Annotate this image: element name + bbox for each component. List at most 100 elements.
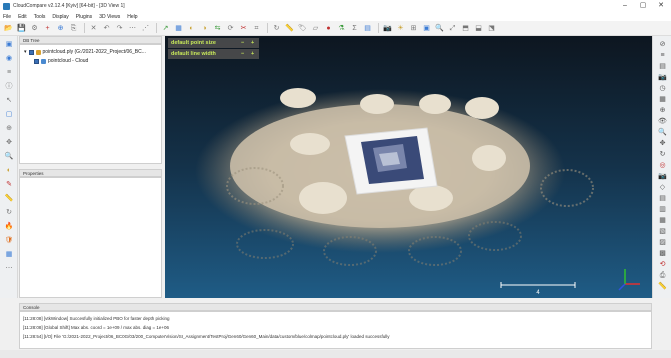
register-icon[interactable]: ⟳ bbox=[225, 23, 236, 34]
save-icon[interactable]: 💾 bbox=[16, 23, 27, 34]
color-wheel-icon[interactable]: ◐ bbox=[4, 166, 14, 176]
shield-icon[interactable]: 🛡 bbox=[4, 236, 14, 246]
list-icon[interactable]: ≡ bbox=[657, 51, 668, 61]
octree-icon[interactable]: ▦ bbox=[173, 23, 184, 34]
undo-icon[interactable]: ↶ bbox=[101, 23, 112, 34]
line-width-minus-button[interactable]: − bbox=[241, 49, 244, 59]
crop-icon[interactable]: ⌗ bbox=[251, 23, 262, 34]
camera-icon[interactable]: 📷 bbox=[657, 73, 668, 83]
sphere-icon[interactable]: ● bbox=[323, 23, 334, 34]
merge-icon[interactable]: ⊕ bbox=[55, 23, 66, 34]
camera-right-icon[interactable]: 📷 bbox=[657, 172, 668, 182]
tree-item-cloud[interactable]: pointcloud - Cloud bbox=[34, 58, 88, 64]
histogram-icon[interactable]: ▤ bbox=[362, 23, 373, 34]
scalar-icon[interactable]: ◑ bbox=[199, 23, 210, 34]
paint-icon[interactable]: ✎ bbox=[4, 180, 14, 190]
menu-display[interactable]: Display bbox=[52, 14, 68, 20]
arrow-icon[interactable]: ↖ bbox=[4, 96, 14, 106]
menu-3d-views[interactable]: 3D Views bbox=[99, 14, 120, 20]
menu-tools[interactable]: Tools bbox=[34, 14, 46, 20]
point-size-minus-button[interactable]: − bbox=[241, 38, 244, 48]
clone-icon[interactable]: ⎘ bbox=[68, 23, 79, 34]
fit-icon[interactable]: ⤢ bbox=[447, 23, 458, 34]
screenshot-icon[interactable]: ⎙ bbox=[657, 271, 668, 281]
menu-edit[interactable]: Edit bbox=[18, 14, 27, 20]
light-icon[interactable]: ☀ bbox=[395, 23, 406, 34]
globe-icon[interactable]: ◉ bbox=[4, 54, 14, 64]
maximize-button[interactable]: ▢ bbox=[634, 1, 652, 11]
view3-icon[interactable]: ▦ bbox=[657, 216, 668, 226]
info-circle-icon[interactable]: ⊘ bbox=[657, 40, 668, 50]
filter-icon[interactable]: ⚗ bbox=[336, 23, 347, 34]
minimize-button[interactable]: – bbox=[616, 1, 634, 11]
stats-icon[interactable]: Σ bbox=[349, 23, 360, 34]
zoom-right-icon[interactable]: 🔍 bbox=[657, 128, 668, 138]
view2-icon[interactable]: ▥ bbox=[657, 205, 668, 215]
layers-icon[interactable]: ≡ bbox=[4, 68, 14, 78]
normal-icon[interactable]: ↗ bbox=[160, 23, 171, 34]
ruler-icon[interactable]: 📏 bbox=[657, 282, 668, 292]
expand-arrow-icon[interactable]: ▾ bbox=[24, 49, 27, 55]
rotate-left-icon[interactable]: ↻ bbox=[4, 208, 14, 218]
reset-icon[interactable]: ⟲ bbox=[657, 260, 668, 270]
plane-icon[interactable]: ▱ bbox=[310, 23, 321, 34]
projection-icon[interactable]: ◇ bbox=[657, 183, 668, 193]
screen-icon[interactable]: ▣ bbox=[421, 23, 432, 34]
delete-icon[interactable]: ✕ bbox=[88, 23, 99, 34]
camera-icon[interactable]: 📷 bbox=[382, 23, 393, 34]
pan-icon[interactable]: ✥ bbox=[657, 139, 668, 149]
compass-icon[interactable]: ⊕ bbox=[657, 106, 668, 116]
point-cloud-render[interactable]: 4 bbox=[165, 36, 652, 298]
subsample-icon[interactable]: ⋰ bbox=[140, 23, 151, 34]
measure-icon[interactable]: 📏 bbox=[284, 23, 295, 34]
menu-file[interactable]: File bbox=[3, 14, 11, 20]
eye-icon[interactable]: 👁 bbox=[657, 117, 668, 127]
move-icon[interactable]: ✥ bbox=[4, 138, 14, 148]
rotate-icon[interactable]: ↻ bbox=[271, 23, 282, 34]
grid-icon[interactable]: ⊞ bbox=[408, 23, 419, 34]
point-size-plus-button[interactable]: + bbox=[251, 38, 254, 48]
color-icon[interactable]: ◐ bbox=[186, 23, 197, 34]
line-width-plus-button[interactable]: + bbox=[251, 49, 254, 59]
settings-icon[interactable]: ⚙ bbox=[29, 23, 40, 34]
console-line: [11:28:08] [vtkWindow] Succesfully initi… bbox=[23, 316, 170, 321]
search-icon[interactable]: 🔍 bbox=[4, 152, 14, 162]
view1-icon[interactable]: ▤ bbox=[657, 194, 668, 204]
checkbox-cloud[interactable] bbox=[34, 58, 39, 64]
fire-icon[interactable]: 🔥 bbox=[4, 222, 14, 232]
view4-icon[interactable]: ▧ bbox=[657, 227, 668, 237]
info-icon[interactable]: ⓘ bbox=[4, 82, 14, 92]
clock-icon[interactable]: ◷ bbox=[657, 84, 668, 94]
close-button[interactable]: ✕ bbox=[652, 1, 670, 11]
view-front-icon[interactable]: ⬓ bbox=[473, 23, 484, 34]
target-icon[interactable]: ◎ bbox=[657, 161, 668, 171]
3d-view[interactable]: 4 default point size − + default line wi… bbox=[165, 36, 652, 298]
open-icon[interactable]: 📂 bbox=[3, 23, 14, 34]
menu-help[interactable]: Help bbox=[127, 14, 137, 20]
db-icon[interactable]: ▣ bbox=[4, 40, 14, 50]
cube-icon[interactable]: ▦ bbox=[4, 250, 14, 260]
segment-icon[interactable]: ✂ bbox=[238, 23, 249, 34]
view6-icon[interactable]: ▩ bbox=[657, 249, 668, 259]
label-icon[interactable]: 🏷 bbox=[297, 23, 308, 34]
more-icon[interactable]: ⋯ bbox=[4, 264, 14, 274]
select-icon[interactable]: ▢ bbox=[4, 110, 14, 120]
zoom-icon[interactable]: 🔍 bbox=[434, 23, 445, 34]
tree-item-root[interactable]: ▾ pointcloud.ply (G:/2021-2022_Project/0… bbox=[24, 49, 146, 55]
view-top-icon[interactable]: ⬒ bbox=[460, 23, 471, 34]
view-iso-icon[interactable]: ⬔ bbox=[486, 23, 497, 34]
view5-icon[interactable]: ▨ bbox=[657, 238, 668, 248]
redo-icon[interactable]: ↷ bbox=[114, 23, 125, 34]
grid-right-icon[interactable]: ▦ bbox=[657, 95, 668, 105]
pivot-icon[interactable]: ⊕ bbox=[4, 124, 14, 134]
db-tree-panel: ▾ pointcloud.ply (G:/2021-2022_Project/0… bbox=[19, 44, 162, 164]
sample-icon[interactable]: ⋯ bbox=[127, 23, 138, 34]
add-icon[interactable]: + bbox=[42, 23, 53, 34]
checkbox-root[interactable] bbox=[28, 49, 34, 55]
measure-left-icon[interactable]: 📏 bbox=[4, 194, 14, 204]
distance-icon[interactable]: ⇆ bbox=[212, 23, 223, 34]
book-icon[interactable]: ▤ bbox=[657, 62, 668, 72]
title-bar: CloudCompare v2.12.4 [Kyiv] [64-bit] - [… bbox=[0, 0, 671, 12]
rotate-right-icon[interactable]: ↻ bbox=[657, 150, 668, 160]
menu-plugins[interactable]: Plugins bbox=[76, 14, 92, 20]
